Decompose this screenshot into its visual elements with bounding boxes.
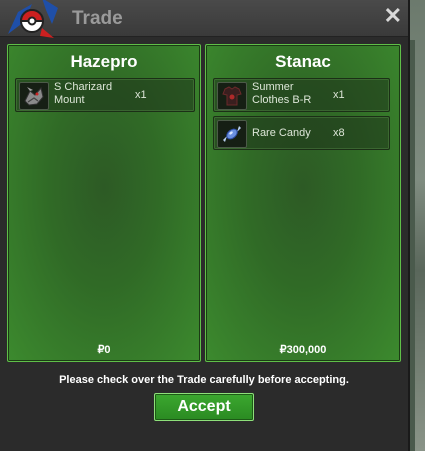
background-scenery: [408, 0, 425, 451]
trade-notice: Please check over the Trade carefully be…: [59, 374, 349, 386]
player-name-right: Stanac: [275, 52, 331, 71]
money-amount-right: ₽300,000: [279, 344, 327, 356]
accept-button[interactable]: Accept: [154, 393, 254, 421]
item-name: S Charizard Mount: [54, 81, 113, 106]
item-name: Rare Candy: [252, 127, 311, 139]
item-name: Summer Clothes B-R: [252, 81, 312, 106]
summer-clothes-icon: [217, 82, 247, 110]
charizard-mount-icon: [19, 82, 49, 110]
partner-offer-panel: Stanac Summer Clothes B-R x1 Rare Candy …: [205, 44, 401, 362]
item-quantity: x8: [333, 127, 345, 139]
player-name-left: Hazepro: [70, 52, 138, 71]
offer-item-charizard-mount[interactable]: S Charizard Mount x1: [15, 78, 195, 112]
offer-item-summer-clothes[interactable]: Summer Clothes B-R x1: [213, 78, 390, 112]
offer-item-rare-candy[interactable]: Rare Candy x8: [213, 116, 390, 150]
trade-window: Trade ✕ Hazepro S Charizard Mount x1 ₽0 …: [0, 0, 410, 451]
money-amount-left: ₽0: [97, 344, 111, 356]
item-quantity: x1: [333, 89, 345, 101]
close-icon[interactable]: ✕: [384, 5, 402, 27]
my-offer-panel: Hazepro S Charizard Mount x1 ₽0: [7, 44, 201, 362]
title-bar[interactable]: Trade ✕: [0, 0, 408, 38]
window-title: Trade: [72, 8, 123, 29]
rare-candy-icon: [217, 120, 247, 148]
item-quantity: x1: [135, 89, 147, 101]
pokeball-logo-icon: [8, 0, 58, 38]
